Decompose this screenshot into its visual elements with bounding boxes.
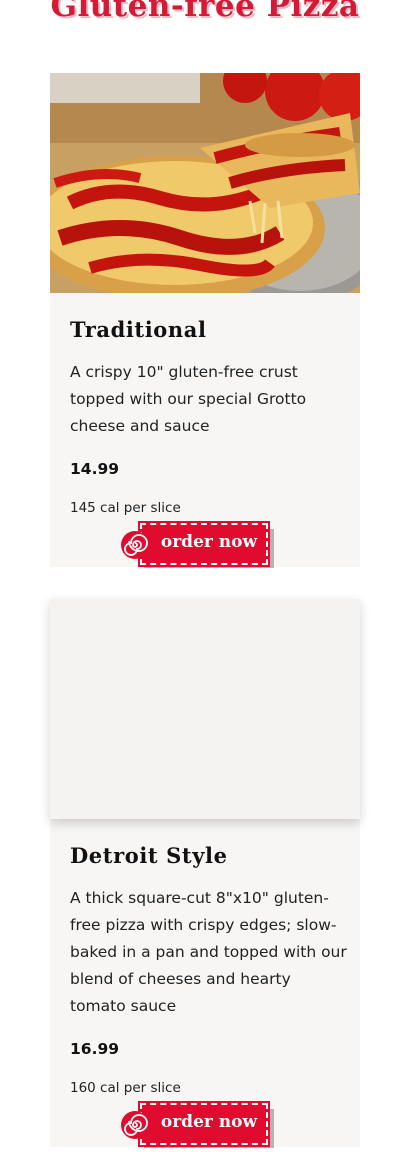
menu-card-detroit-style: Detroit Style A thick square-cut 8"x10" … [50,599,360,1148]
pizza-photo [50,73,360,293]
pizza-illustration [50,73,360,293]
order-now-label: order now [160,532,258,552]
item-description: A crispy 10" gluten-free crust topped wi… [70,363,307,435]
item-name: Traditional [70,317,207,342]
item-calories: 145 cal per slice [70,500,181,516]
order-now-label: order now [160,1112,258,1132]
swirl-icon [121,531,149,559]
item-price: 16.99 [70,1040,120,1058]
item-calories: 160 cal per slice [70,1080,181,1096]
item-description: A thick square-cut 8"x10" gluten-free pi… [70,889,347,1015]
menu-card-traditional: Traditional A crispy 10" gluten-free cru… [50,73,360,568]
pizza-photo-placeholder [50,599,360,819]
page-title: Gluten-free Pizza [50,0,360,24]
order-now-button[interactable]: order now [120,1101,274,1148]
item-price: 14.99 [70,460,120,478]
order-now-button[interactable]: order now [120,521,274,568]
item-name: Detroit Style [70,843,228,868]
swirl-icon [121,1111,149,1139]
